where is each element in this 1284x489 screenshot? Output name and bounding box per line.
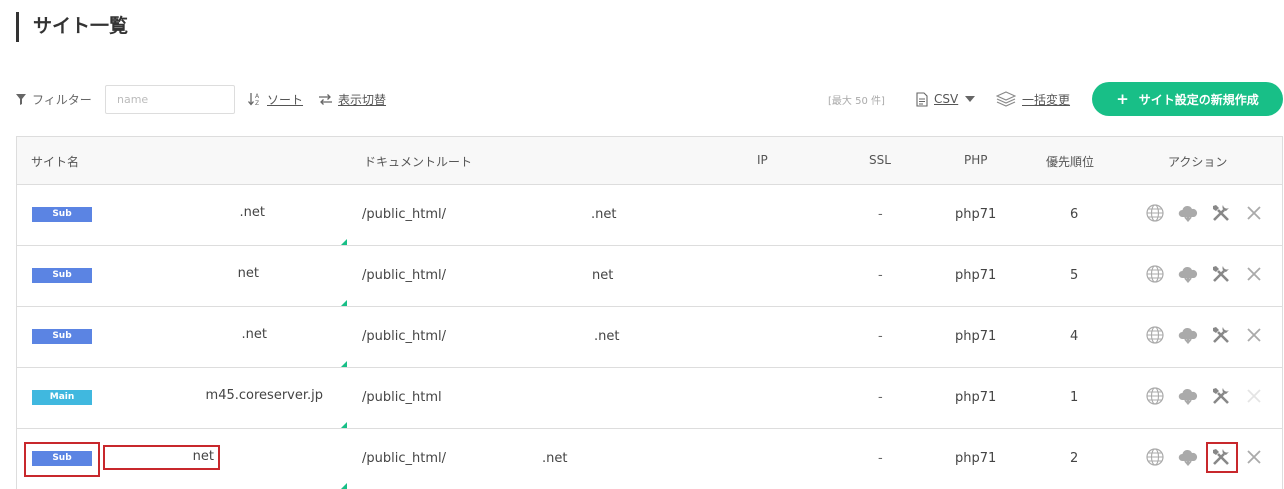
ssl-value: - (878, 451, 883, 466)
corner-marker (341, 361, 347, 367)
svg-text:Z: Z (255, 100, 259, 106)
corner-marker (341, 239, 347, 245)
globe-icon[interactable] (1145, 386, 1165, 406)
document-root: /public_html/ (362, 329, 446, 344)
page-title: サイト一覧 (16, 12, 128, 42)
tools-icon[interactable] (1211, 386, 1231, 406)
document-root-suffix: .net (594, 329, 620, 344)
cloud-download-icon[interactable] (1178, 447, 1198, 467)
cloud-download-icon[interactable] (1178, 203, 1198, 223)
plus-icon: + (1116, 90, 1129, 108)
globe-icon[interactable] (1145, 203, 1165, 223)
priority-value: 5 (1070, 268, 1079, 283)
document-root: /public_html (362, 390, 442, 405)
create-site-button[interactable]: + サイト設定の新規作成 (1092, 82, 1283, 116)
tools-icon[interactable] (1211, 325, 1231, 345)
csv-dropdown[interactable]: CSV (916, 84, 981, 114)
table-row[interactable]: Sub .net /public_html/ .net - php71 6 (17, 185, 1282, 246)
priority-value: 6 (1070, 207, 1079, 222)
column-priority[interactable]: 優先順位 (1046, 153, 1094, 170)
caret-down-icon (965, 96, 976, 102)
globe-icon[interactable] (1145, 447, 1165, 467)
corner-marker (341, 300, 347, 306)
ssl-value: - (878, 390, 883, 405)
close-icon-disabled (1244, 386, 1264, 406)
php-version: php71 (955, 207, 997, 222)
max-count-label: [最大 50 件] (828, 95, 885, 107)
document-root: /public_html/ (362, 451, 446, 466)
sort-link[interactable]: A Z ソート (248, 84, 303, 114)
corner-marker (341, 422, 347, 428)
php-version: php71 (955, 268, 997, 283)
filter-icon (16, 93, 26, 105)
globe-icon[interactable] (1145, 325, 1165, 345)
svg-text:A: A (255, 93, 260, 100)
document-icon (916, 91, 928, 107)
row-actions (1145, 264, 1264, 284)
cloud-download-icon[interactable] (1178, 325, 1198, 345)
main-badge: Main (32, 390, 92, 405)
php-version: php71 (955, 390, 997, 405)
tools-icon[interactable] (1211, 264, 1231, 284)
row-actions (1145, 203, 1264, 223)
table-row[interactable]: Sub net /public_html/ net - php71 5 (17, 246, 1282, 307)
site-name-highlight-box (103, 445, 220, 470)
ssl-value: - (878, 268, 883, 283)
document-root-suffix: .net (591, 207, 617, 222)
column-php[interactable]: PHP (964, 153, 988, 167)
column-site-name[interactable]: サイト名 (31, 153, 79, 170)
table-row[interactable]: Sub net /public_html/ .net - php71 2 (17, 429, 1282, 489)
tools-highlight-box (1206, 442, 1238, 473)
close-icon[interactable] (1244, 264, 1264, 284)
ssl-value: - (878, 207, 883, 222)
priority-value: 1 (1070, 390, 1079, 405)
bulk-change-link[interactable]: 一括変更 (996, 84, 1070, 114)
row-actions (1145, 442, 1264, 473)
close-icon[interactable] (1244, 447, 1264, 467)
column-document-root[interactable]: ドキュメントルート (364, 153, 472, 170)
column-actions: アクション (1168, 155, 1228, 169)
table-header: サイト名 ドキュメントルート IP SSL PHP 優先順位 アクション (17, 137, 1282, 185)
tools-icon[interactable] (1206, 442, 1238, 473)
toolbar: フィルター A Z ソート 表示切替 [最大 50 件] CSV 一括変更 (16, 82, 1284, 116)
table-row[interactable]: Main m45.coreserver.jp /public_html - ph… (17, 368, 1282, 429)
row-actions (1145, 386, 1264, 406)
priority-value: 2 (1070, 451, 1079, 466)
site-name[interactable]: m45.coreserver.jp (93, 388, 323, 403)
filter-label: フィルター (16, 84, 92, 114)
close-icon[interactable] (1244, 325, 1264, 345)
priority-value: 4 (1070, 329, 1079, 344)
swap-icon (319, 93, 332, 105)
column-ip[interactable]: IP (757, 153, 768, 167)
document-root: /public_html/ (362, 268, 446, 283)
document-root-suffix: net (592, 268, 614, 283)
corner-marker (341, 483, 347, 489)
table-row[interactable]: Sub .net /public_html/ .net - php71 4 (17, 307, 1282, 368)
filter-input[interactable] (105, 85, 235, 114)
site-name[interactable]: .net (37, 327, 267, 342)
column-ssl[interactable]: SSL (869, 153, 891, 167)
document-root: /public_html/ (362, 207, 446, 222)
php-version: php71 (955, 329, 997, 344)
close-icon[interactable] (1244, 203, 1264, 223)
tools-icon[interactable] (1211, 203, 1231, 223)
document-root-suffix: .net (542, 451, 568, 466)
layers-icon (996, 91, 1016, 107)
globe-icon[interactable] (1145, 264, 1165, 284)
row-actions (1145, 325, 1264, 345)
sort-icon: A Z (248, 93, 260, 106)
php-version: php71 (955, 451, 997, 466)
site-name[interactable]: net (29, 266, 259, 281)
cloud-download-icon[interactable] (1178, 386, 1198, 406)
ssl-value: - (878, 329, 883, 344)
cloud-download-icon[interactable] (1178, 264, 1198, 284)
toggle-view-link[interactable]: 表示切替 (319, 84, 386, 114)
site-table: サイト名 ドキュメントルート IP SSL PHP 優先順位 アクション Sub… (16, 136, 1283, 489)
site-name[interactable]: .net (35, 205, 265, 220)
